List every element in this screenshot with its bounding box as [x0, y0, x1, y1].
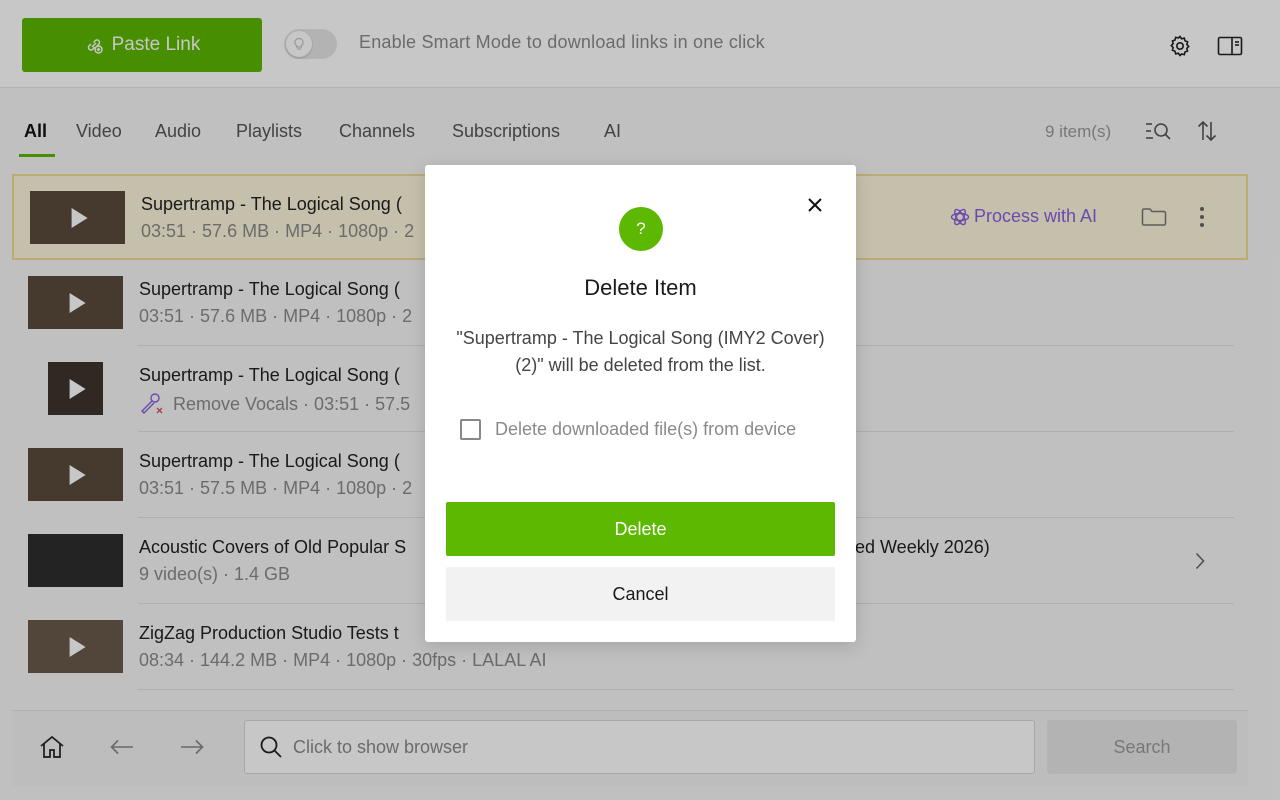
- dialog-title: Delete Item: [584, 275, 697, 300]
- delete-item-dialog: ? Delete Item "Supertramp - The Logical …: [425, 165, 856, 642]
- delete-files-checkbox[interactable]: [460, 419, 481, 440]
- question-icon: ?: [619, 207, 663, 251]
- delete-files-label[interactable]: Delete downloaded file(s) from device: [495, 416, 805, 443]
- delete-button[interactable]: Delete: [446, 502, 835, 556]
- close-icon[interactable]: [803, 193, 827, 217]
- cancel-button[interactable]: Cancel: [446, 567, 835, 621]
- dialog-message: "Supertramp - The Logical Song (IMY2 Cov…: [456, 328, 825, 375]
